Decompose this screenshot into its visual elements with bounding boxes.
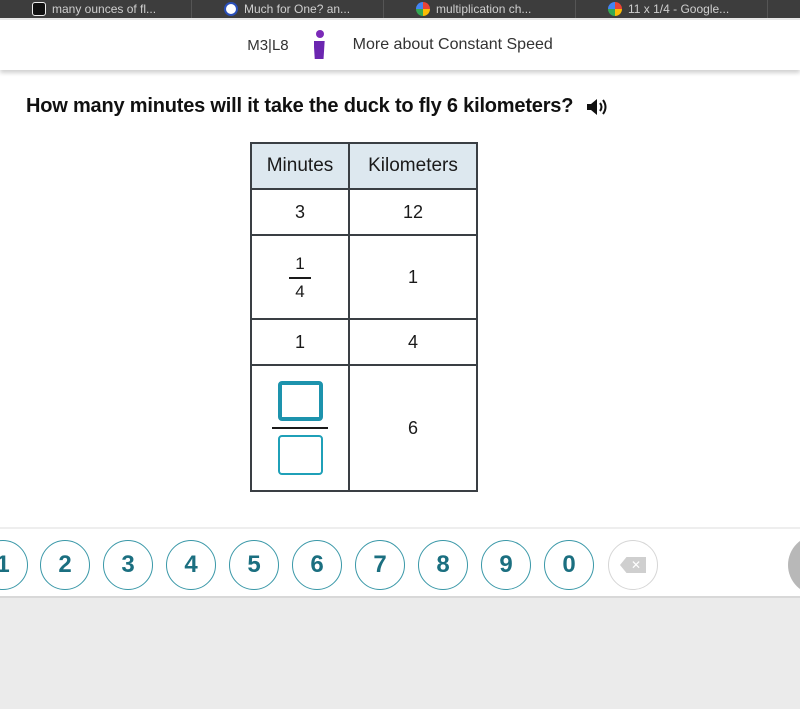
- key-6[interactable]: 6: [292, 540, 342, 590]
- key-0[interactable]: 0: [544, 540, 594, 590]
- key-1[interactable]: 1: [0, 540, 28, 590]
- table-header-row: Minutes Kilometers: [250, 142, 478, 190]
- denominator-input[interactable]: [277, 435, 323, 475]
- backspace-icon: ✕: [620, 557, 646, 573]
- tab-label: 11 x 1/4 - Google...: [628, 2, 730, 16]
- cell-kilometers: 4: [348, 318, 478, 366]
- question-text: How many minutes will it take the duck t…: [26, 95, 574, 117]
- numerator: 1: [295, 253, 305, 273]
- browser-tab[interactable]: 11 x 1/4 - Google...: [576, 0, 768, 18]
- lesson-title: More about Constant Speed: [352, 36, 553, 53]
- table-row: 3 12: [250, 188, 478, 236]
- key-8[interactable]: 8: [418, 540, 468, 590]
- tab-label: Much for One? an...: [244, 2, 351, 16]
- tab-label: multiplication ch...: [436, 2, 532, 16]
- google-icon: [416, 2, 430, 16]
- question: How many minutes will it take the duck t…: [26, 95, 609, 118]
- numerator-input[interactable]: [277, 381, 323, 421]
- check-shield-icon: [224, 2, 238, 16]
- fraction-bar: [272, 427, 328, 429]
- table-row: 6: [250, 364, 478, 492]
- cell-kilometers: 6: [348, 364, 478, 492]
- cell-minutes: 1 4: [250, 234, 350, 320]
- table-row: 1 4: [250, 318, 478, 366]
- cell-minutes: 1: [250, 318, 350, 366]
- cell-minutes-answer: [250, 364, 350, 492]
- browser-tab-bar: many ounces of fl... Much for One? an...…: [0, 0, 800, 18]
- browser-tab[interactable]: many ounces of fl...: [0, 0, 192, 18]
- browser-tab[interactable]: Much for One? an...: [192, 0, 384, 18]
- column-header-minutes: Minutes: [250, 142, 350, 190]
- key-9[interactable]: 9: [481, 540, 531, 590]
- key-5[interactable]: 5: [229, 540, 279, 590]
- speaker-icon[interactable]: [585, 97, 609, 117]
- backspace-button[interactable]: ✕: [608, 540, 658, 590]
- cell-kilometers: 12: [348, 188, 478, 236]
- google-icon: [608, 2, 622, 16]
- column-header-kilometers: Kilometers: [348, 142, 478, 190]
- key-2[interactable]: 2: [40, 540, 90, 590]
- cell-kilometers: 1: [348, 234, 478, 320]
- key-7[interactable]: 7: [355, 540, 405, 590]
- bold-b-icon: [32, 2, 46, 16]
- table-row: 1 4 1: [250, 234, 478, 320]
- key-3[interactable]: 3: [103, 540, 153, 590]
- lesson-header: M3|L8 More about Constant Speed: [0, 20, 800, 70]
- denominator: 4: [295, 281, 305, 301]
- tab-label: many ounces of fl...: [52, 2, 157, 16]
- fraction-bar: [289, 276, 311, 279]
- key-4[interactable]: 4: [166, 540, 216, 590]
- cell-minutes: 3: [250, 188, 350, 236]
- lesson-code: M3|L8: [247, 36, 289, 54]
- bottom-panel: [0, 596, 800, 709]
- browser-tab[interactable]: multiplication ch...: [384, 0, 576, 18]
- fraction-input: [272, 381, 328, 475]
- ratio-table: Minutes Kilometers 3 12 1 4 1 1 4 6: [250, 142, 478, 492]
- fraction: 1 4: [289, 254, 311, 302]
- divider: [0, 527, 800, 529]
- brand-logo-icon: [313, 28, 327, 62]
- number-keypad: 1 2 3 4 5 6 7 8 9 0 ✕: [0, 540, 800, 590]
